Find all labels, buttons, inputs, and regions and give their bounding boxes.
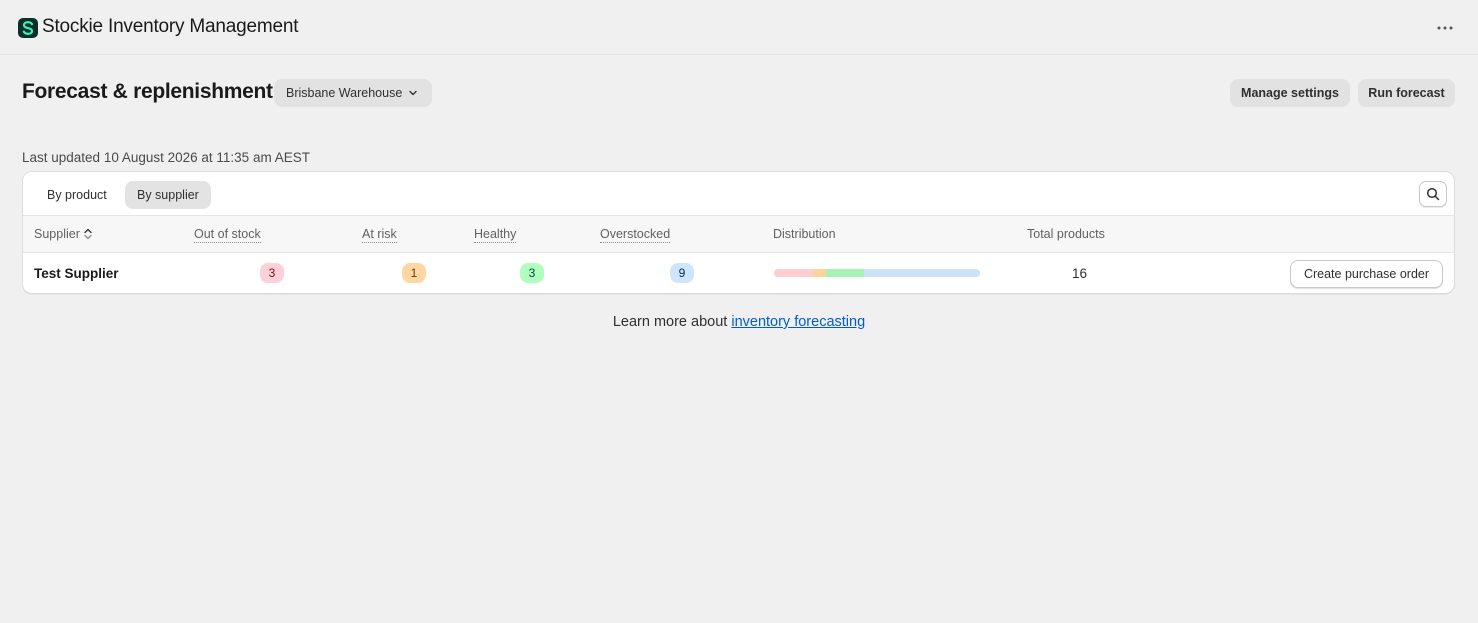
column-header-overstocked[interactable]: Overstocked [600, 227, 671, 243]
supplier-forecast-card: By product By supplier Supplier Out of s… [22, 171, 1455, 294]
search-button[interactable] [1419, 181, 1447, 207]
tab-by-supplier[interactable]: By supplier [125, 181, 211, 209]
column-header-out-of-stock[interactable]: Out of stock [194, 227, 261, 243]
healthy-badge: 3 [520, 263, 544, 283]
stockie-logo-icon [18, 18, 38, 38]
app-header-bar: Stockie Inventory Management [0, 0, 1478, 55]
distribution-segment-out-of-stock [774, 269, 813, 277]
distribution-bar [774, 269, 980, 277]
manage-settings-button[interactable]: Manage settings [1230, 79, 1350, 107]
inventory-forecasting-link[interactable]: inventory forecasting [731, 314, 865, 330]
supplier-name: Test Supplier [34, 266, 119, 281]
column-header-supplier[interactable]: Supplier [34, 227, 92, 241]
column-header-at-risk[interactable]: At risk [362, 227, 397, 243]
create-purchase-order-button[interactable]: Create purchase order [1290, 260, 1443, 288]
distribution-segment-overstocked [864, 269, 980, 277]
more-actions-button[interactable] [1432, 16, 1458, 40]
last-updated-text: Last updated 10 August 2026 at 11:35 am … [22, 150, 310, 165]
column-header-distribution: Distribution [773, 227, 836, 241]
location-selector[interactable]: Brisbane Warehouse [274, 79, 432, 107]
table-header: Supplier Out of stock At risk Healthy Ov… [23, 215, 1454, 253]
distribution-segment-healthy [825, 269, 865, 277]
table-row[interactable]: Test Supplier 3 1 3 9 16 Create purchase… [23, 253, 1454, 293]
total-products-value: 16 [1072, 266, 1088, 281]
run-forecast-button[interactable]: Run forecast [1358, 79, 1455, 107]
column-header-healthy[interactable]: Healthy [474, 227, 517, 243]
column-header-total-products: Total products [1027, 227, 1105, 241]
location-label: Brisbane Warehouse [286, 86, 403, 100]
column-header-supplier-label: Supplier [34, 227, 80, 241]
at-risk-badge: 1 [402, 263, 426, 283]
distribution-segment-at-risk [812, 269, 826, 277]
page-title: Forecast & replenishment [22, 80, 273, 103]
learn-more-prefix: Learn more about [612, 314, 732, 330]
out-of-stock-badge: 3 [260, 263, 284, 283]
chevron-down-icon [408, 88, 418, 98]
search-icon [1426, 187, 1440, 201]
tab-by-product[interactable]: By product [35, 181, 119, 209]
ellipsis-icon [1437, 26, 1453, 30]
overstocked-badge: 9 [670, 263, 694, 283]
sort-icon [84, 228, 92, 240]
app-title: Stockie Inventory Management [42, 16, 299, 37]
learn-more-text: Learn more about inventory forecasting [0, 314, 1478, 330]
